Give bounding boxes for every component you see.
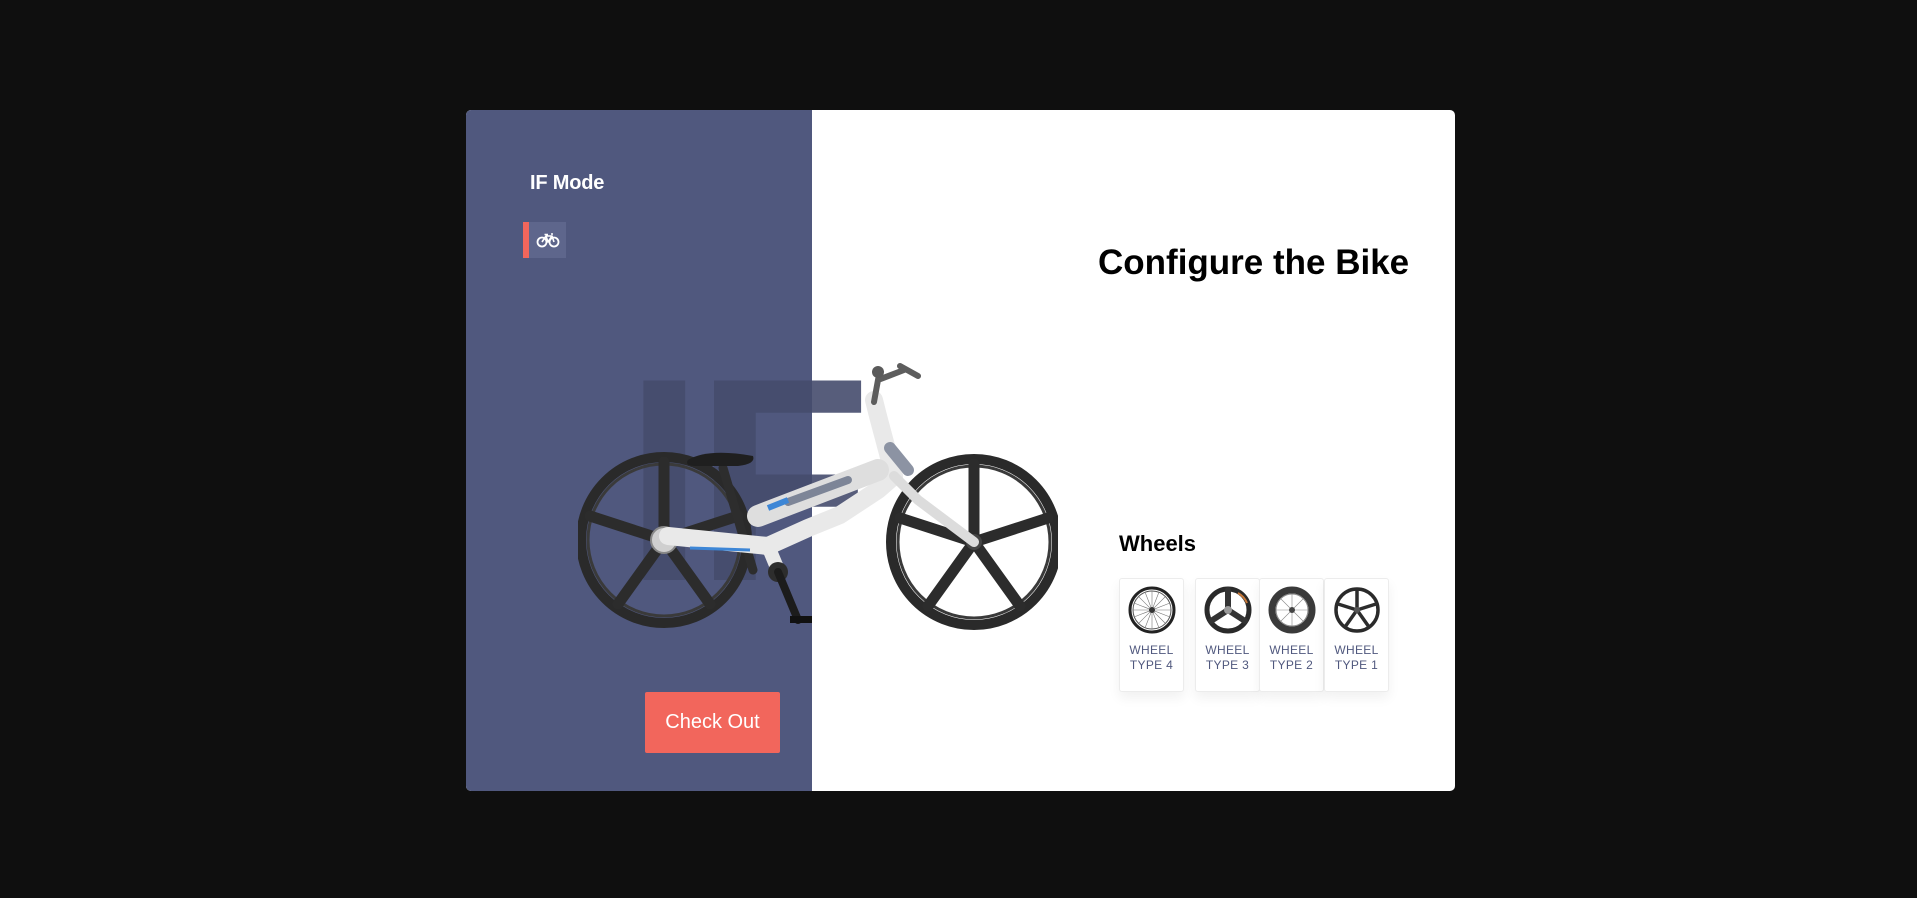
- wheel-option-type-4[interactable]: WHEEL TYPE 4: [1119, 578, 1184, 692]
- brand-title: IF Mode: [530, 172, 605, 194]
- bike-image: [578, 363, 1058, 630]
- wheel-option-label: WHEEL TYPE 4: [1129, 643, 1174, 672]
- bicycle-icon: [536, 233, 559, 248]
- wheel-option-type-3[interactable]: WHEEL TYPE 3: [1195, 578, 1260, 692]
- tri-spoke-wheel-icon: [1204, 586, 1251, 634]
- wheel-option-label: WHEEL TYPE 2: [1269, 643, 1314, 672]
- deep-rim-wheel-icon: [1268, 586, 1315, 634]
- mode-tab-bike[interactable]: [523, 222, 566, 258]
- spoked-wheel-icon: [1128, 586, 1175, 634]
- configurator-card: IF Mode IF Check Out Configure the Bike …: [466, 110, 1455, 791]
- checkout-button[interactable]: Check Out: [645, 692, 780, 753]
- wheel-option-type-2[interactable]: WHEEL TYPE 2: [1259, 578, 1324, 692]
- mode-tab-icon-box[interactable]: [529, 222, 566, 258]
- five-spoke-wheel-icon: [1333, 587, 1380, 633]
- page-heading: Configure the Bike: [1098, 243, 1410, 282]
- wheel-option-type-1[interactable]: WHEEL TYPE 1: [1324, 578, 1389, 692]
- wheels-section-title: Wheels: [1119, 531, 1197, 556]
- wheel-option-label: WHEEL TYPE 1: [1334, 643, 1379, 672]
- wheel-option-label: WHEEL TYPE 3: [1205, 643, 1250, 672]
